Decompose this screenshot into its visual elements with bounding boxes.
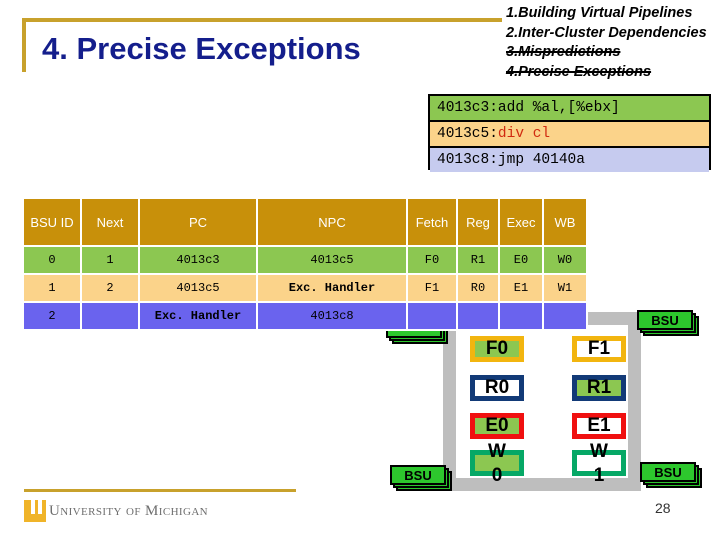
agenda-list: 1.Building Virtual Pipelines 2.Inter-Clu… bbox=[506, 4, 720, 82]
bsu-card-front: BSU bbox=[637, 310, 693, 330]
agenda-item-3[interactable]: 3.Mispredictions bbox=[506, 43, 720, 63]
cell-npc: 4013c8 bbox=[258, 303, 406, 329]
column-header-reg: Reg bbox=[458, 199, 498, 245]
code-line-2-addr: 4013c8: bbox=[437, 152, 498, 168]
stage-box-f1: F1 bbox=[572, 336, 626, 362]
michigan-m-icon bbox=[24, 500, 46, 522]
cell-bsu-id: 0 bbox=[24, 247, 80, 273]
page-number: 28 bbox=[655, 500, 671, 516]
stage-box-w0: W 0 bbox=[470, 441, 524, 486]
stage-box-w1-index: 1 bbox=[593, 465, 605, 486]
table-row: 0 1 4013c3 4013c5 F0 R1 E0 W0 bbox=[24, 247, 586, 273]
cell-reg bbox=[458, 303, 498, 329]
stage-box-f0: F0 bbox=[470, 336, 524, 362]
stage-box-w0-index: 0 bbox=[491, 465, 503, 486]
cell-npc: 4013c5 bbox=[258, 247, 406, 273]
cell-fetch bbox=[408, 303, 456, 329]
bsu-state-table: BSU ID Next PC NPC Fetch Reg Exec WB 0 1… bbox=[22, 197, 588, 331]
bsu-card-front: BSU bbox=[390, 465, 446, 485]
cell-wb: W1 bbox=[544, 275, 586, 301]
disassembly-code-box: 4013c3:add %al,[%ebx] 4013c5:div cl 4013… bbox=[428, 94, 711, 172]
cell-npc: Exc. Handler bbox=[258, 275, 406, 301]
cell-wb: W0 bbox=[544, 247, 586, 273]
code-line-0-addr: 4013c3: bbox=[437, 100, 498, 116]
cell-fetch: F0 bbox=[408, 247, 456, 273]
cell-reg: R1 bbox=[458, 247, 498, 273]
agenda-item-2[interactable]: 2.Inter-Cluster Dependencies bbox=[506, 24, 720, 44]
stage-box-w1: W 1 bbox=[572, 441, 626, 486]
cell-exec: E1 bbox=[500, 275, 542, 301]
title-accent-rule-top bbox=[22, 18, 502, 22]
code-line-1: 4013c5:div cl bbox=[430, 122, 709, 148]
title-accent-rule-left bbox=[22, 18, 26, 72]
bsu-stack-icon-bottom-left[interactable]: BSU bbox=[390, 465, 452, 491]
column-header-wb: WB bbox=[544, 199, 586, 245]
code-line-2-text: jmp 40140a bbox=[497, 152, 585, 168]
footer-accent-rule bbox=[24, 489, 296, 492]
column-header-fetch: Fetch bbox=[408, 199, 456, 245]
column-header-exec: Exec bbox=[500, 199, 542, 245]
code-line-0-text: add %al,[%ebx] bbox=[497, 100, 620, 116]
column-header-bsu-id: BSU ID bbox=[24, 199, 80, 245]
cell-reg: R0 bbox=[458, 275, 498, 301]
cell-bsu-id: 2 bbox=[24, 303, 80, 329]
cell-next: 2 bbox=[82, 275, 138, 301]
column-header-pc: PC bbox=[140, 199, 256, 245]
column-header-npc: NPC bbox=[258, 199, 406, 245]
cell-fetch: F1 bbox=[408, 275, 456, 301]
code-line-2: 4013c8:jmp 40140a bbox=[430, 148, 709, 172]
code-line-1-text: div cl bbox=[497, 126, 551, 142]
bsu-stack-icon-top-right[interactable]: BSU bbox=[637, 310, 699, 336]
cell-next bbox=[82, 303, 138, 329]
cell-next: 1 bbox=[82, 247, 138, 273]
university-logo: University of Michigan bbox=[24, 500, 208, 522]
stage-box-e1: E1 bbox=[572, 413, 626, 439]
column-header-next: Next bbox=[82, 199, 138, 245]
university-logo-text: University of Michigan bbox=[49, 502, 209, 519]
stage-box-r1: R1 bbox=[572, 375, 626, 401]
cell-pc: Exc. Handler bbox=[140, 303, 256, 329]
cell-pc: 4013c3 bbox=[140, 247, 256, 273]
table-row: 1 2 4013c5 Exc. Handler F1 R0 E1 W1 bbox=[24, 275, 586, 301]
bsu-stack-icon-bottom-right[interactable]: BSU bbox=[640, 462, 702, 488]
table-row: 2 Exc. Handler 4013c8 bbox=[24, 303, 586, 329]
code-line-0: 4013c3:add %al,[%ebx] bbox=[430, 96, 709, 122]
agenda-item-1[interactable]: 1.Building Virtual Pipelines bbox=[506, 4, 720, 24]
stage-box-r0: R0 bbox=[470, 375, 524, 401]
cell-exec: E0 bbox=[500, 247, 542, 273]
cell-wb bbox=[544, 303, 586, 329]
cell-bsu-id: 1 bbox=[24, 275, 80, 301]
cell-pc: 4013c5 bbox=[140, 275, 256, 301]
stage-box-e0: E0 bbox=[470, 413, 524, 439]
cell-exec bbox=[500, 303, 542, 329]
stage-box-w1-letter: W bbox=[590, 441, 608, 462]
code-line-1-addr: 4013c5: bbox=[437, 126, 498, 142]
bsu-card-front: BSU bbox=[640, 462, 696, 482]
table-header-row: BSU ID Next PC NPC Fetch Reg Exec WB bbox=[24, 199, 586, 245]
page-title: 4. Precise Exceptions bbox=[42, 31, 361, 66]
stage-box-w0-letter: W bbox=[488, 441, 506, 462]
agenda-item-4[interactable]: 4.Precise Exceptions bbox=[506, 63, 720, 83]
